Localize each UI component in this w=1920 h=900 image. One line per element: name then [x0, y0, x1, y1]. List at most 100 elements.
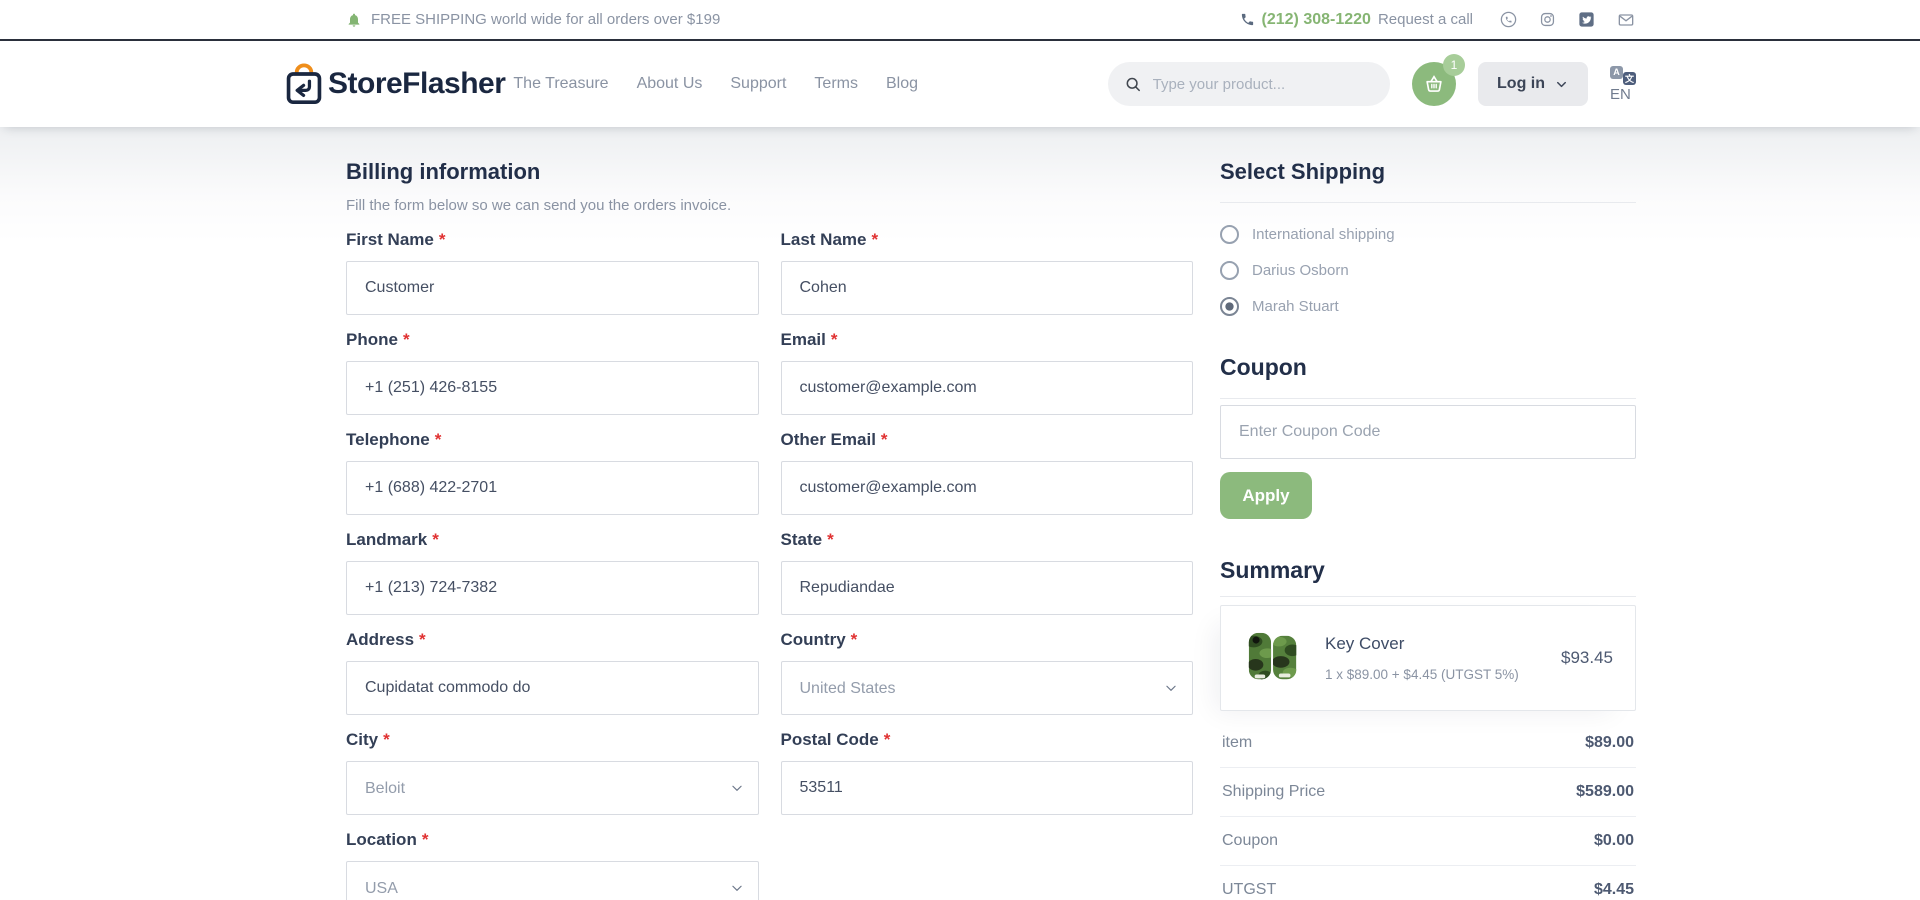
summary-row-item: item $89.00 [1220, 719, 1636, 768]
email-label: Email * [781, 330, 1194, 350]
first-name-input[interactable] [346, 261, 759, 315]
field-label-text: Email [781, 330, 826, 349]
field-label-text: First Name [346, 230, 434, 249]
product-image-key-cover [1243, 627, 1305, 689]
location-select[interactable]: USA [346, 861, 759, 900]
nav-item-the-treasure[interactable]: The Treasure [513, 75, 608, 93]
phone-input[interactable] [346, 361, 759, 415]
coupon-code-input[interactable] [1220, 405, 1636, 459]
country-select-wrap: United States [781, 661, 1194, 715]
summary-row-value: $89.00 [1585, 734, 1634, 752]
field-label-text: Other Email [781, 430, 876, 449]
country-label: Country* [781, 630, 1194, 650]
billing-subtitle: Fill the form below so we can send you t… [346, 197, 1193, 214]
city-select[interactable]: Beloit [346, 761, 759, 815]
site-header: StoreFlasher The Treasure About Us Suppo… [0, 41, 1920, 127]
billing-title: Billing information [346, 159, 1193, 185]
phone-number-link[interactable]: (212) 308-1220 [1262, 11, 1371, 29]
required-asterisk: * [419, 630, 426, 649]
announcement-text: FREE SHIPPING world wide for all orders … [371, 11, 720, 28]
billing-form: First Name* Last Name* Phone* Email* Tel… [346, 230, 1193, 900]
telephone-label: Telephone * [346, 430, 759, 450]
nav-item-terms[interactable]: Terms [814, 75, 858, 93]
last-name-input[interactable] [781, 261, 1194, 315]
whatsapp-icon[interactable] [1499, 10, 1518, 29]
address-input[interactable] [346, 661, 759, 715]
state-input[interactable] [781, 561, 1194, 615]
first-name-label: First Name * [346, 230, 759, 250]
last-name-field: Last Name* [781, 230, 1194, 315]
postal-code-field: Postal Code* [781, 730, 1194, 815]
field-label-text: Telephone [346, 430, 430, 449]
summary-row-label: Shipping Price [1222, 783, 1325, 801]
field-label-text: Postal Code [781, 730, 879, 749]
other-email-input[interactable] [781, 461, 1194, 515]
product-name: Key Cover [1325, 634, 1541, 654]
shipping-option-label: Darius Osborn [1252, 262, 1349, 279]
summary-row-utgst: UTGST $4.45 [1220, 866, 1636, 900]
topbar: FREE SHIPPING world wide for all orders … [0, 0, 1920, 41]
brand-logo[interactable]: StoreFlasher [284, 62, 505, 106]
nav-item-blog[interactable]: Blog [886, 75, 918, 93]
shipping-radio-darius-osborn[interactable] [1220, 261, 1239, 280]
language-switcher[interactable]: A 文 EN [1610, 66, 1636, 103]
field-label-text: Last Name [781, 230, 867, 249]
telephone-field: Telephone * [346, 430, 759, 515]
required-asterisk: * [851, 630, 858, 649]
instagram-icon[interactable] [1538, 10, 1557, 29]
bell-icon [346, 12, 362, 28]
landmark-field: Landmark* [346, 530, 759, 615]
postal-code-input[interactable] [781, 761, 1194, 815]
telephone-input[interactable] [346, 461, 759, 515]
last-name-label: Last Name* [781, 230, 1194, 250]
shipping-radio-marah-stuart[interactable] [1220, 297, 1239, 316]
nav-item-about-us[interactable]: About Us [637, 75, 703, 93]
field-label-text: Address [346, 630, 414, 649]
country-select[interactable]: United States [781, 661, 1194, 715]
summary-totals: item $89.00 Shipping Price $589.00 Coupo… [1220, 719, 1636, 900]
state-field: State* [781, 530, 1194, 615]
location-label: Location* [346, 830, 759, 850]
phone-label: Phone* [346, 330, 759, 350]
chevron-down-icon [1554, 77, 1569, 92]
email-input[interactable] [781, 361, 1194, 415]
shopping-bag-logo-icon [284, 62, 324, 106]
divider [1220, 596, 1636, 597]
search-input[interactable] [1153, 76, 1374, 93]
cart-widget: 1 [1412, 62, 1456, 106]
summary-row-value: $589.00 [1576, 783, 1634, 801]
city-field: City* Beloit [346, 730, 759, 815]
field-label-text: State [781, 530, 823, 549]
field-label-text: City [346, 730, 378, 749]
shipping-option-darius-osborn[interactable]: Darius Osborn [1220, 261, 1636, 280]
login-button[interactable]: Log in [1478, 62, 1588, 106]
divider [1220, 398, 1636, 399]
basket-icon [1423, 73, 1445, 95]
cart-count-badge: 1 [1443, 54, 1465, 76]
phone-icon [1240, 12, 1255, 27]
brand-name: StoreFlasher [328, 67, 505, 101]
product-total-price: $93.45 [1561, 648, 1613, 668]
email-icon[interactable] [1616, 10, 1636, 30]
summary-product-card: Key Cover 1 x $89.00 + $4.45 (UTGST 5%) … [1220, 605, 1636, 711]
shipping-option-marah-stuart[interactable]: Marah Stuart [1220, 297, 1636, 316]
apply-coupon-button[interactable]: Apply [1220, 472, 1312, 519]
required-asterisk: * [831, 330, 838, 349]
summary-title: Summary [1220, 557, 1636, 584]
summary-row-label: item [1222, 734, 1252, 752]
nav-item-support[interactable]: Support [730, 75, 786, 93]
shipping-radio-international[interactable] [1220, 225, 1239, 244]
summary-row-label: Coupon [1222, 832, 1278, 850]
shipping-option-international[interactable]: International shipping [1220, 225, 1636, 244]
required-asterisk: * [435, 430, 442, 449]
search-bar [1108, 62, 1390, 106]
twitter-icon[interactable] [1577, 10, 1596, 29]
social-links [1499, 10, 1636, 30]
landmark-input[interactable] [346, 561, 759, 615]
required-asterisk: * [439, 230, 446, 249]
address-label: Address * [346, 630, 759, 650]
shipping-option-label: Marah Stuart [1252, 298, 1339, 315]
first-name-field: First Name * [346, 230, 759, 315]
required-asterisk: * [881, 430, 888, 449]
location-select-wrap: USA [346, 861, 759, 900]
